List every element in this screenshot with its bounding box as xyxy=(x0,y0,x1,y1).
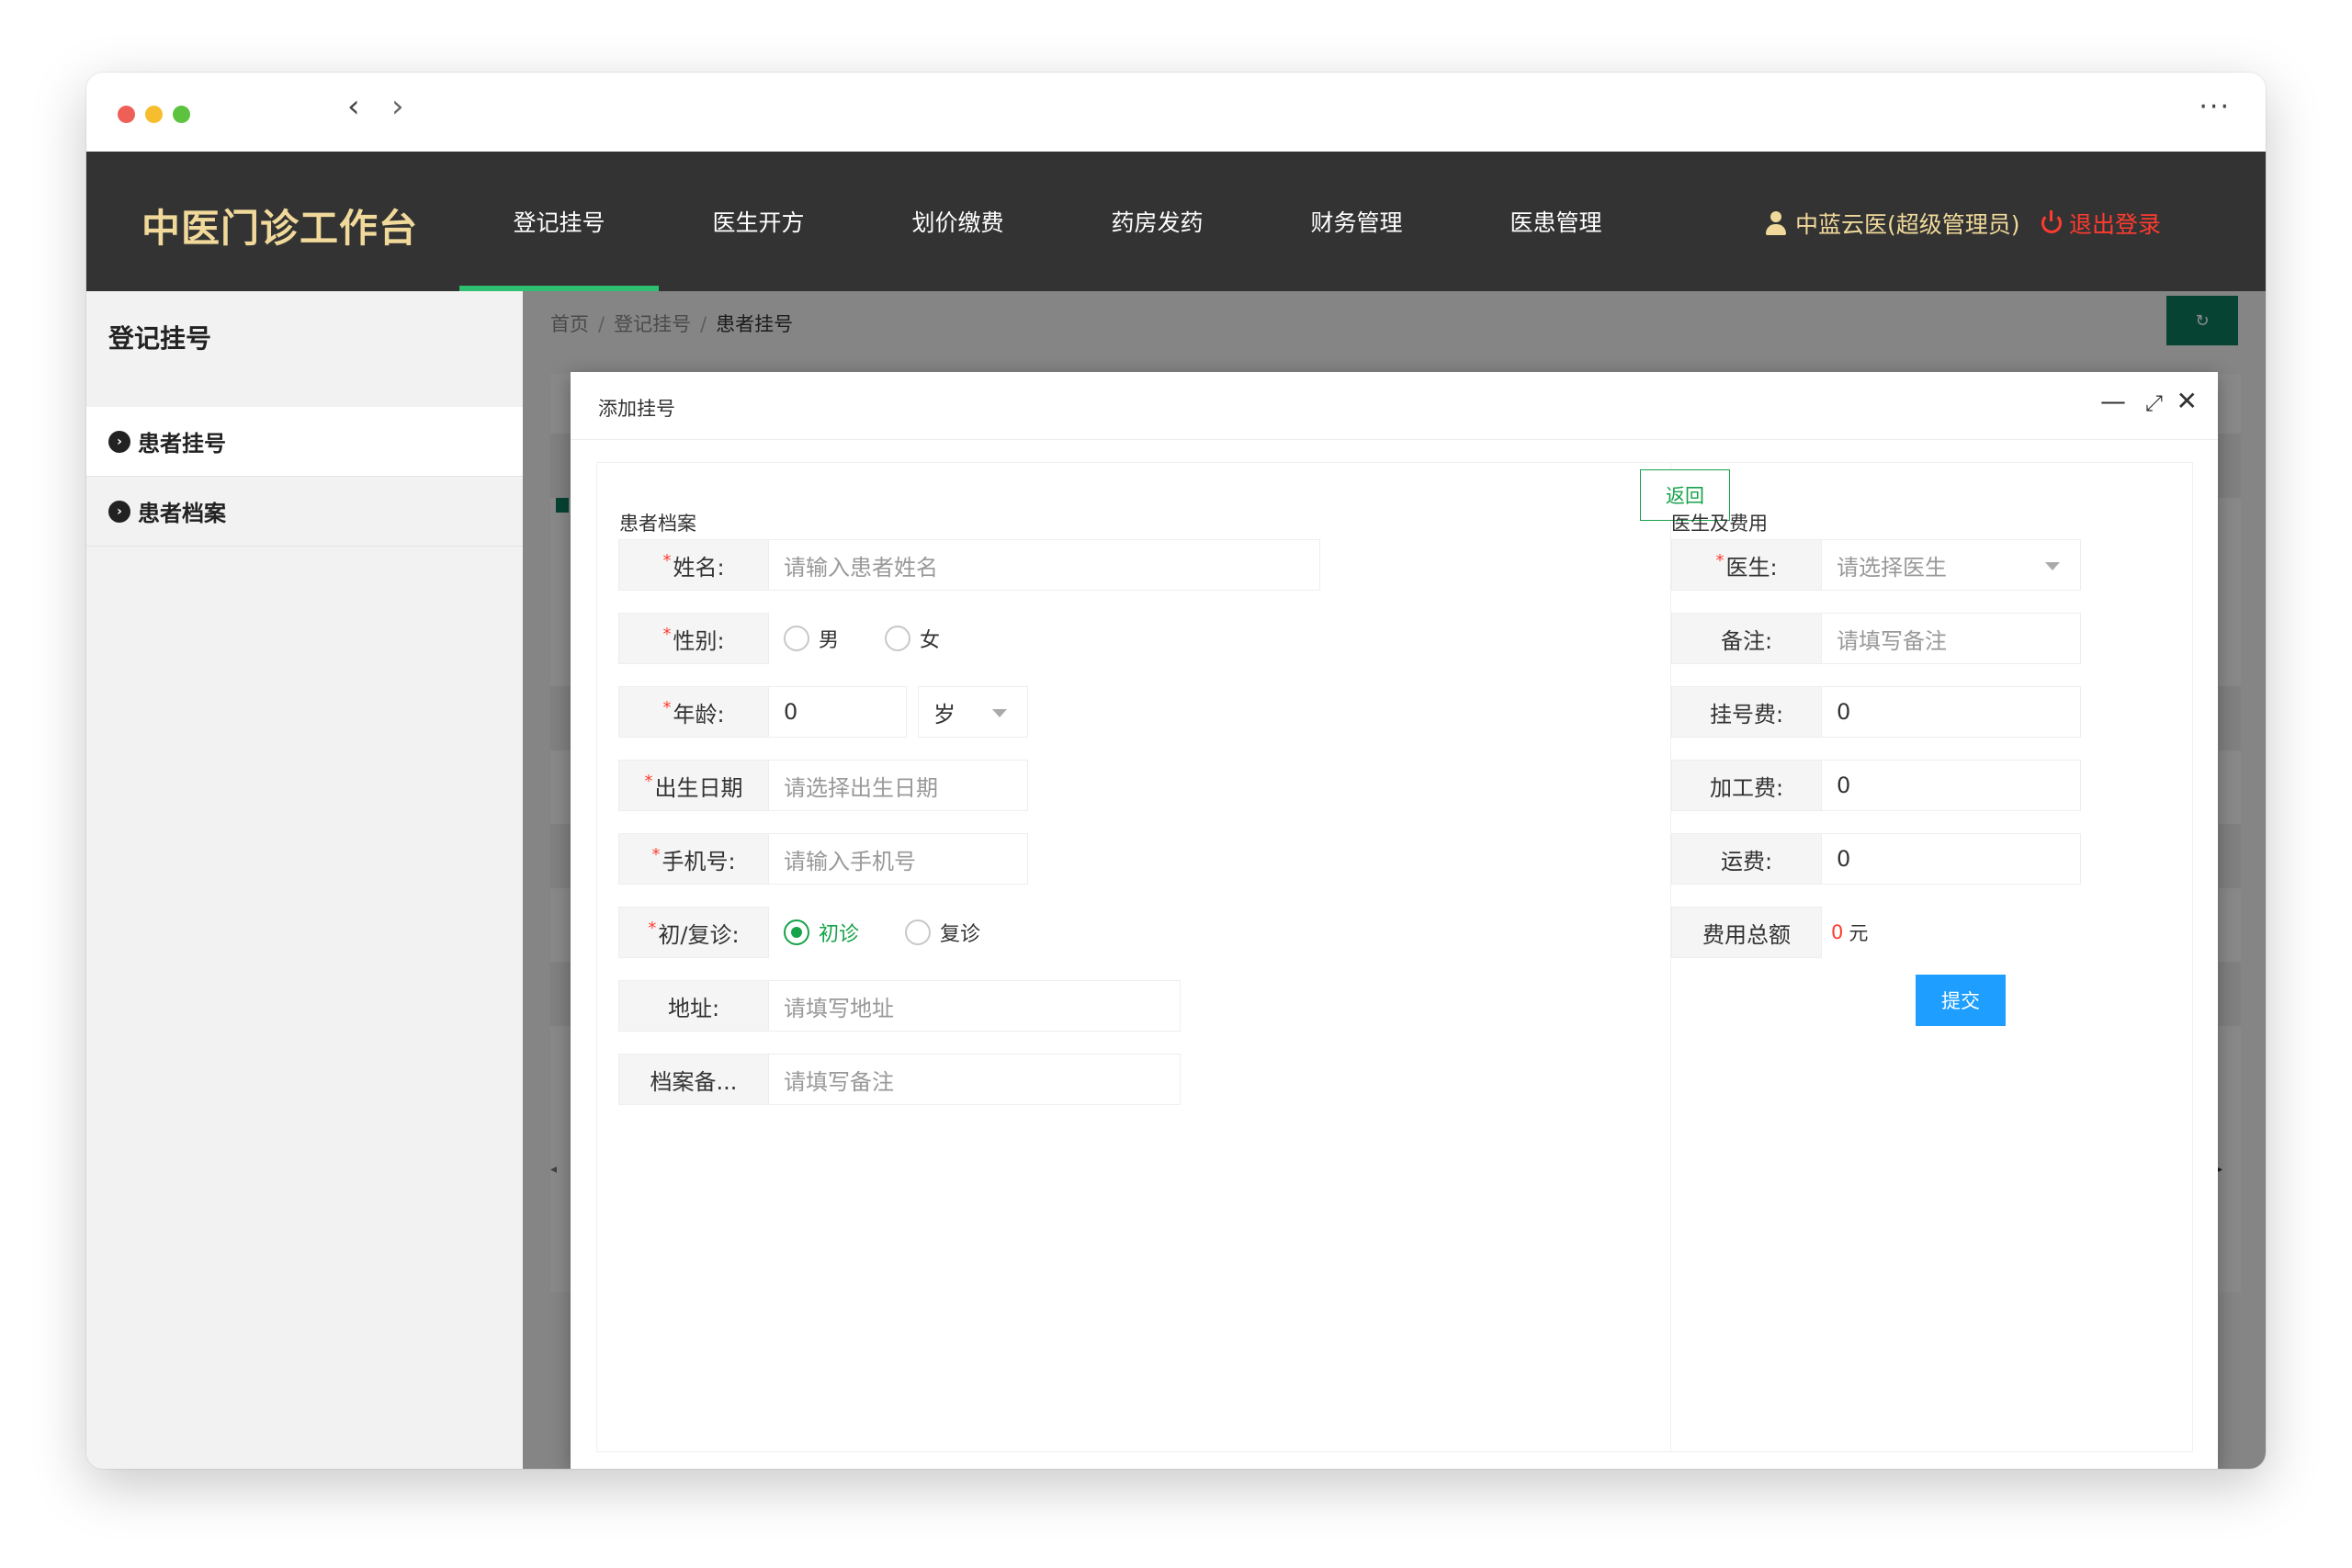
menu-item-prescribe[interactable]: 医生开方 xyxy=(659,152,858,291)
sidebar-title: 登记挂号 xyxy=(108,323,212,354)
gender-female-radio[interactable] xyxy=(885,626,911,651)
add-registration-dialog: 添加挂号 — ⤢ ✕ 患者档案 返回 * 姓名: 请输入患者姓名 * 性别: 男 女 xyxy=(571,372,2218,1469)
birth-date-input[interactable]: 请选择出生日期 xyxy=(769,760,1028,811)
logout-label: 退出登录 xyxy=(2069,211,2162,238)
gender-male-label[interactable]: 男 xyxy=(819,624,839,653)
gender-female-label[interactable]: 女 xyxy=(920,624,940,653)
patient-record-title: 患者档案 xyxy=(619,513,696,535)
total-fee-unit: 元 xyxy=(1849,922,1869,944)
name-label: * 姓名: xyxy=(618,539,769,591)
shipping-fee-input[interactable]: 0 xyxy=(1822,833,2081,885)
age-label: * 年龄: xyxy=(618,686,769,738)
name-row: * 姓名: 请输入患者姓名 xyxy=(618,539,1320,591)
close-icon[interactable]: ✕ xyxy=(2177,389,2198,414)
visit-first-label[interactable]: 初诊 xyxy=(819,918,859,947)
processing-fee-row: 加工费: 0 xyxy=(1671,760,2081,811)
record-note-label: 档案备... xyxy=(618,1054,769,1105)
phone-row: * 手机号: 请输入手机号 xyxy=(618,833,1028,885)
back-arrow-icon[interactable]: ‹ xyxy=(347,91,360,122)
gender-male-radio[interactable] xyxy=(784,626,809,651)
chevron-right-icon: › xyxy=(108,500,130,523)
app-header: 中医门诊工作台 登记挂号 医生开方 划价缴费 药房发药 财务管理 医患管理 中蓝… xyxy=(86,152,2266,291)
dialog-title: 添加挂号 xyxy=(598,398,675,420)
doctor-row: * 医生: 请选择医生 xyxy=(1671,539,2081,591)
gender-row: * 性别: 男 女 xyxy=(618,613,977,664)
visit-type-radio-group: 初诊 复诊 xyxy=(769,907,1017,958)
registration-fee-input[interactable]: 0 xyxy=(1822,686,2081,738)
close-window-button[interactable] xyxy=(118,106,135,123)
sidebar-item-label: 患者挂号 xyxy=(138,431,226,457)
remark-row: 备注: 请填写备注 xyxy=(1671,613,2081,664)
total-fee-label: 费用总额 xyxy=(1671,907,1822,958)
current-user-label: 中蓝云医(超级管理员) xyxy=(1795,211,2020,238)
shipping-fee-row: 运费: 0 xyxy=(1671,833,2081,885)
age-unit-select[interactable]: 岁 xyxy=(918,686,1028,738)
phone-label: * 手机号: xyxy=(618,833,769,885)
address-label: 地址: xyxy=(618,980,769,1032)
visit-type-row: * 初/复诊: 初诊 复诊 xyxy=(618,907,1017,958)
total-fee-value: 0 元 xyxy=(1822,907,1868,958)
record-note-input[interactable]: 请填写备注 xyxy=(769,1054,1181,1105)
total-fee-amount: 0 xyxy=(1831,921,1844,943)
visit-first-radio[interactable] xyxy=(784,919,809,945)
address-row: 地址: 请填写地址 xyxy=(618,980,1181,1032)
zoom-window-button[interactable] xyxy=(173,106,190,123)
submit-button[interactable]: 提交 xyxy=(1916,975,2006,1026)
doctor-select-placeholder: 请选择医生 xyxy=(1837,554,1947,581)
doctor-label: * 医生: xyxy=(1671,539,1822,591)
address-input[interactable]: 请填写地址 xyxy=(769,980,1181,1032)
visit-return-radio[interactable] xyxy=(905,919,932,945)
age-input[interactable]: 0 xyxy=(769,686,907,738)
birth-date-label: * 出生日期 xyxy=(618,760,769,811)
caret-down-icon xyxy=(992,709,1007,717)
caret-down-icon xyxy=(2045,562,2060,570)
name-input[interactable]: 请输入患者姓名 xyxy=(769,539,1320,591)
sidebar-item-label: 患者档案 xyxy=(138,501,226,526)
remark-input[interactable]: 请填写备注 xyxy=(1822,613,2081,664)
chevron-right-icon: › xyxy=(108,430,130,453)
browser-window: ‹ › ··· 中医门诊工作台 登记挂号 医生开方 划价缴费 药房发药 财务管理… xyxy=(86,73,2266,1469)
age-row: * 年龄: 0 岁 xyxy=(618,686,1028,738)
record-note-row: 档案备... 请填写备注 xyxy=(618,1054,1181,1105)
remark-label: 备注: xyxy=(1671,613,1822,664)
gender-label: * 性别: xyxy=(618,613,769,664)
menu-item-finance[interactable]: 财务管理 xyxy=(1257,152,1456,291)
window-titlebar: ‹ › ··· xyxy=(86,73,2266,152)
doctor-fees-title: 医生及费用 xyxy=(1671,513,1768,535)
age-unit-value: 岁 xyxy=(933,701,956,728)
current-user[interactable]: 中蓝云医(超级管理员) xyxy=(1766,207,2020,240)
user-icon xyxy=(1766,211,1786,235)
sidebar: 登记挂号 › 患者挂号 › 患者档案 xyxy=(86,291,523,1469)
total-fee-row: 费用总额 0 元 xyxy=(1671,907,1868,958)
dialog-header: 添加挂号 — ⤢ ✕ xyxy=(571,372,2218,440)
main-menu: 登记挂号 医生开方 划价缴费 药房发药 财务管理 医患管理 xyxy=(459,152,1656,291)
processing-fee-label: 加工费: xyxy=(1671,760,1822,811)
doctor-select[interactable]: 请选择医生 xyxy=(1822,539,2081,591)
shipping-fee-label: 运费: xyxy=(1671,833,1822,885)
maximize-icon[interactable]: ⤢ xyxy=(2145,392,2163,414)
power-icon xyxy=(2041,210,2062,233)
forward-arrow-icon[interactable]: › xyxy=(391,91,404,122)
sidebar-item-patient-records[interactable]: › 患者档案 xyxy=(86,477,523,547)
minimize-icon[interactable]: — xyxy=(2100,389,2126,414)
menu-item-register[interactable]: 登记挂号 xyxy=(459,152,659,291)
registration-fee-row: 挂号费: 0 xyxy=(1671,686,2081,738)
registration-fee-label: 挂号费: xyxy=(1671,686,1822,738)
menu-item-patient-management[interactable]: 医患管理 xyxy=(1456,152,1656,291)
processing-fee-input[interactable]: 0 xyxy=(1822,760,2081,811)
more-icon[interactable]: ··· xyxy=(2199,91,2231,123)
gender-radio-group: 男 女 xyxy=(769,613,977,664)
visit-return-label[interactable]: 复诊 xyxy=(940,918,980,947)
phone-input[interactable]: 请输入手机号 xyxy=(769,833,1028,885)
birth-date-row: * 出生日期 请选择出生日期 xyxy=(618,760,1028,811)
minimize-window-button[interactable] xyxy=(145,106,163,123)
logout-button[interactable]: 退出登录 xyxy=(2041,207,2161,240)
app-brand: 中医门诊工作台 xyxy=(141,206,419,251)
visit-type-label: * 初/复诊: xyxy=(618,907,769,958)
menu-item-pharmacy[interactable]: 药房发药 xyxy=(1057,152,1257,291)
sidebar-item-patient-register[interactable]: › 患者挂号 xyxy=(86,407,523,477)
menu-item-billing[interactable]: 划价缴费 xyxy=(858,152,1057,291)
